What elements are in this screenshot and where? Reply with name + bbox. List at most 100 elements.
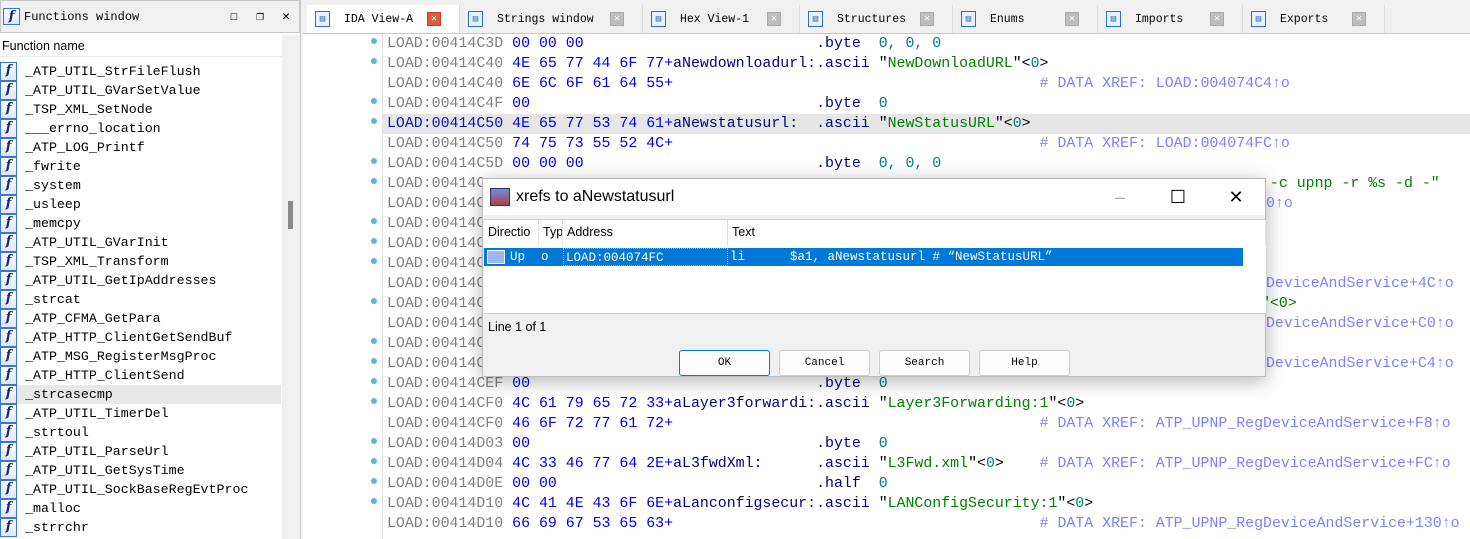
listing-line[interactable]: LOAD:00414C40 4E 65 77 44 6F 77+ aNewdownl… <box>303 54 1470 74</box>
listing-line[interactable]: LOAD:00414CEF 00 .byte 0 <box>303 374 1470 394</box>
function-list-item[interactable]: f _strcasecmp <box>0 385 281 404</box>
xref-address: LOAD:004074FC <box>563 248 728 266</box>
listing-line[interactable]: LOAD:00414CF0 4C 61 79 65 72 33+ aLayer3fo… <box>303 394 1470 414</box>
function-list-item[interactable]: f _strtoul <box>0 423 281 442</box>
function-name: _system <box>25 178 81 193</box>
string-literal: L3Fwd.xml <box>887 456 969 472</box>
function-list-item[interactable]: f _memcpy <box>0 214 281 233</box>
breakpoint-dot-icon <box>371 298 377 304</box>
column-address[interactable]: Address <box>563 220 728 246</box>
function-list-item[interactable]: f _strrchr <box>0 518 281 537</box>
function-list-item[interactable]: f _usleep <box>0 195 281 214</box>
function-list-item[interactable]: f _TSP_XML_SetNode <box>0 100 281 119</box>
tab-bar: ▤ IDA View-A ✕ ▤ Strings window ✕ ▤ Hex View-1 ✕… <box>307 5 1385 33</box>
help-button[interactable]: Help <box>979 350 1070 376</box>
close-icon[interactable]: ✕ <box>1207 187 1265 208</box>
function-list-item[interactable]: f _ATP_HTTP_ClientGetSendBuf <box>0 328 281 347</box>
tab-close-icon[interactable]: ✕ <box>920 12 934 26</box>
listing-line[interactable]: LOAD:00414C3D 00 00 00 .byte 0, 0, 0 <box>303 34 1470 54</box>
ok-button[interactable]: OK <box>679 350 770 376</box>
line-address: LOAD:00414C <box>387 276 486 292</box>
tab-close-icon[interactable]: ✕ <box>1210 12 1224 26</box>
listing-line[interactable]: LOAD:00414CF0 46 6F 72 77 61 72+ # DATA XR… <box>303 414 1470 434</box>
line-bytes: 00 <box>512 376 531 392</box>
listing-line[interactable]: LOAD:00414C50 4E 65 77 53 74 61+ aNewstatu… <box>371 114 1470 134</box>
tab-structures[interactable]: ▤ Structures ✕ <box>800 5 953 33</box>
listing-line[interactable]: LOAD:00414C40 6E 6C 6F 61 64 55+ # DATA XR… <box>303 74 1470 94</box>
search-button[interactable]: Search <box>879 350 970 376</box>
xref-row[interactable]: Up o LOAD:004074FC li $a1, aNewstatusurl… <box>484 248 1243 266</box>
column-direction[interactable]: Directio <box>484 220 539 246</box>
line-address: LOAD:00414C5D <box>387 156 504 172</box>
function-list-item[interactable]: f _strcat <box>0 290 281 309</box>
tab-close-icon[interactable]: ✕ <box>427 12 441 26</box>
function-list-item[interactable]: f _ATP_CFMA_GetPara <box>0 309 281 328</box>
column-type[interactable]: Typ <box>539 220 563 246</box>
scrollbar-thumb[interactable] <box>288 201 293 229</box>
function-list-item[interactable]: f _ATP_HTTP_ClientSend <box>0 366 281 385</box>
tab-close-icon[interactable]: ✕ <box>1352 12 1366 26</box>
line-string-operand: "NewDownloadURL"<0> <box>878 56 1049 72</box>
function-icon: f <box>0 138 17 157</box>
listing-line[interactable]: LOAD:00414C5D 00 00 00 .byte 0, 0, 0 <box>303 154 1470 174</box>
function-list-item[interactable]: f _ATP_UTIL_GetIpAddresses <box>0 271 281 290</box>
breakpoint-dot-icon <box>371 478 377 484</box>
line-mnemonic: .byte <box>816 156 861 172</box>
line-string-operand: "NewStatusURL"<0> <box>878 116 1031 132</box>
column-text[interactable]: Text <box>728 220 1266 246</box>
tab-label: Hex View-1 <box>680 12 750 26</box>
null-terminator: 0 <box>1075 496 1085 512</box>
dialog-titlebar: xrefs to aNewstatusurl – ☐ ✕ <box>483 179 1265 215</box>
tab-ida-view-a[interactable]: ▤ IDA View-A ✕ <box>307 5 460 33</box>
line-bytes: 00 00 00 <box>512 156 584 172</box>
close-icon[interactable]: ✕ <box>273 9 299 24</box>
string-literal: NewStatusURL <box>887 116 995 132</box>
tab-close-icon[interactable]: ✕ <box>767 12 781 26</box>
line-fragment: "<0> <box>1261 296 1297 312</box>
function-name: _strtoul <box>25 425 89 440</box>
function-list-item[interactable]: f _ATP_UTIL_GVarSetValue <box>0 81 281 100</box>
line-fragment: DeviceAndService+C4↑o <box>1266 356 1454 372</box>
function-list-item[interactable]: f _system <box>0 176 281 195</box>
float-icon[interactable]: ❐ <box>247 9 273 24</box>
maximize-icon[interactable]: ☐ <box>221 9 247 24</box>
minimize-icon[interactable]: – <box>1091 187 1149 208</box>
listing-line[interactable]: LOAD:00414D0E 00 00 .half 0 <box>303 474 1470 494</box>
function-list-item[interactable]: f _fwrite <box>0 157 281 176</box>
listing-line[interactable]: LOAD:00414D04 4C 33 46 77 64 2E+ aL3fwdXml… <box>303 454 1470 474</box>
tab-close-icon[interactable]: ✕ <box>1065 12 1079 26</box>
function-list-item[interactable]: f _ATP_UTIL_TimerDel <box>0 404 281 423</box>
line-address: LOAD:00414D10 <box>387 496 504 512</box>
function-list-item[interactable]: f _ATP_UTIL_GetSysTime <box>0 461 281 480</box>
function-list-item[interactable]: f _ATP_UTIL_ParseUrl <box>0 442 281 461</box>
tab-enums[interactable]: ▤ Enums ✕ <box>953 5 1098 33</box>
tab-strings-window[interactable]: ▤ Strings window ✕ <box>460 5 643 33</box>
tab-close-icon[interactable]: ✕ <box>610 12 624 26</box>
function-list: f _ATP_UTIL_StrFileFlush f _ATP_UTIL_GVarSe… <box>0 62 281 537</box>
listing-line[interactable]: LOAD:00414C4F 00 .byte 0 <box>303 94 1470 114</box>
function-list-item[interactable]: f _TSP_XML_Transform <box>0 252 281 271</box>
line-bytes: 4E 65 77 53 74 61+ <box>512 116 674 132</box>
listing-line[interactable]: LOAD:00414D10 66 69 67 53 65 63+ # DATA XR… <box>303 514 1470 534</box>
cancel-button[interactable]: Cancel <box>779 350 870 376</box>
function-list-item[interactable]: f _malloc <box>0 499 281 518</box>
function-list-item[interactable]: f _ATP_MSG_RegisterMsgProc <box>0 347 281 366</box>
function-icon: f <box>0 518 17 537</box>
function-list-item[interactable]: f _ATP_UTIL_GVarInit <box>0 233 281 252</box>
function-list-item[interactable]: f _ATP_UTIL_StrFileFlush <box>0 62 281 81</box>
function-name: _fwrite <box>25 159 81 174</box>
maximize-icon[interactable]: ☐ <box>1149 187 1207 208</box>
xref-icon <box>487 250 505 264</box>
tab-imports[interactable]: ▤ Imports ✕ <box>1098 5 1243 33</box>
function-list-item[interactable]: f _ATP_UTIL_SockBaseRegEvtProc <box>0 480 281 499</box>
tab-hex-view-1[interactable]: ▤ Hex View-1 ✕ <box>643 5 800 33</box>
tab-exports[interactable]: ▤ Exports ✕ <box>1243 5 1385 33</box>
listing-line[interactable]: LOAD:00414D03 00 .byte 0 <box>303 434 1470 454</box>
listing-line[interactable]: LOAD:00414D10 4C 41 4E 43 6F 6E+ aLanconfi… <box>303 494 1470 514</box>
function-list-item[interactable]: f _ATP_LOG_Printf <box>0 138 281 157</box>
function-list-scrollbar[interactable] <box>282 35 300 539</box>
function-name-header[interactable]: Function name <box>0 35 282 57</box>
function-list-item[interactable]: f ___errno_location <box>0 119 281 138</box>
line-bytes: 00 <box>512 96 531 112</box>
listing-line[interactable]: LOAD:00414C50 74 75 73 55 52 4C+ # DATA XR… <box>303 134 1470 154</box>
